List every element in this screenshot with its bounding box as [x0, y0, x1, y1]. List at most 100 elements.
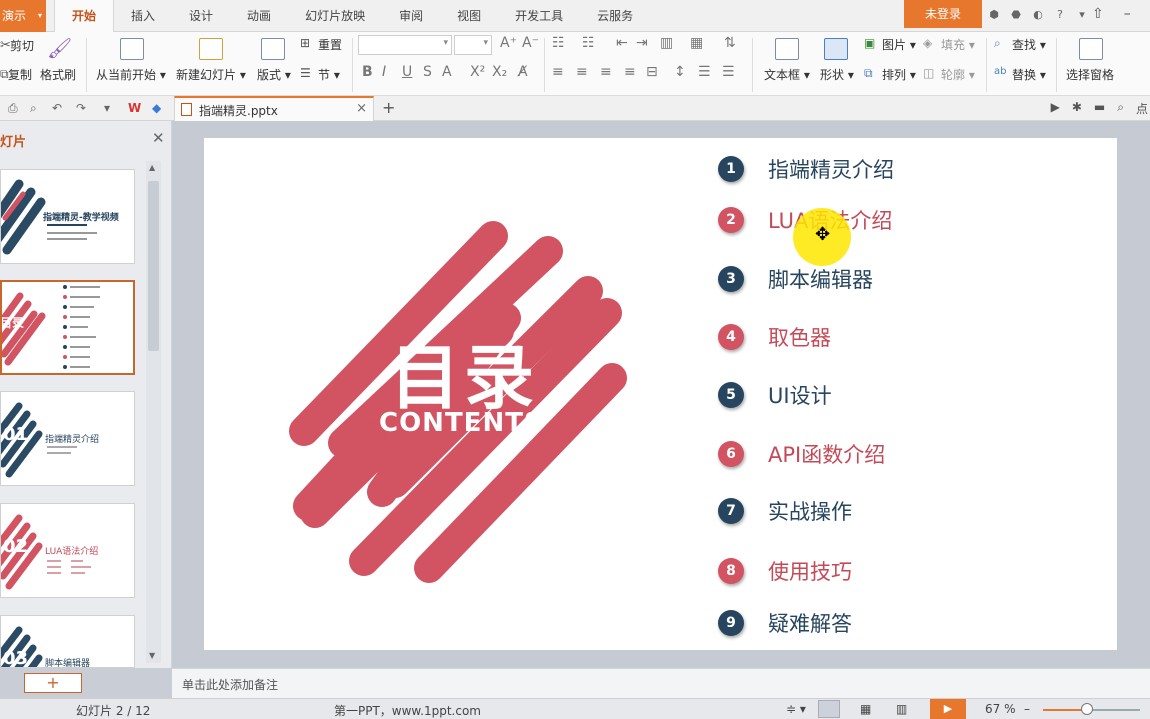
fill-icon[interactable]: ◈ — [923, 36, 932, 50]
columns-icon[interactable]: ▥ — [660, 35, 673, 51]
spell-check-icon[interactable]: ≑ ▾ — [786, 702, 806, 716]
slide-sorter-icon[interactable]: ▦ — [860, 702, 871, 716]
arrange-button[interactable]: 排列 ▾ — [882, 66, 916, 83]
align-left-icon[interactable]: ≡ — [552, 64, 564, 80]
strikethrough-icon[interactable]: S — [423, 64, 432, 80]
text-direction-icon[interactable]: ⇅ — [724, 35, 736, 51]
zoom-slider-knob[interactable] — [1080, 703, 1093, 715]
add-slide-button[interactable]: + — [24, 673, 82, 693]
section-button[interactable]: 节 ▾ — [318, 66, 340, 83]
tab-developer[interactable]: 开发工具 — [498, 0, 580, 32]
tab-view[interactable]: 视图 — [440, 0, 498, 32]
italic-icon[interactable]: I — [382, 64, 386, 80]
tab-insert[interactable]: 插入 — [114, 0, 172, 32]
scroll-down-icon[interactable]: ▼ — [149, 651, 155, 660]
search-icon[interactable]: ⌕ — [1117, 100, 1124, 117]
superscript-icon[interactable]: X² — [470, 64, 485, 80]
new-tab-icon[interactable]: + — [382, 98, 395, 117]
new-slide-icon[interactable] — [199, 38, 223, 60]
skin-icon[interactable]: ⬢ — [986, 8, 1002, 21]
scrollbar-thumb[interactable] — [148, 181, 159, 351]
restore-icon[interactable]: ⇧ — [1092, 6, 1104, 22]
bullet-list-icon[interactable]: ☷ — [552, 35, 565, 51]
wps-logo-icon[interactable]: W — [128, 101, 141, 115]
copy-button[interactable]: 复制 — [8, 66, 32, 83]
from-current-button[interactable]: 从当前开始 ▾ — [96, 66, 166, 83]
increase-indent-icon[interactable]: ⇥ — [636, 35, 648, 51]
numbered-list-icon[interactable]: ☷ — [582, 35, 595, 51]
textbox-button[interactable]: 文本框 ▾ — [764, 66, 810, 83]
underline-icon[interactable]: U — [402, 64, 412, 80]
reset-button[interactable]: 重置 — [318, 36, 342, 53]
undo-icon[interactable]: ↶ — [52, 101, 62, 115]
normal-view-icon[interactable] — [818, 700, 840, 718]
zoom-out-icon[interactable]: – — [1024, 702, 1030, 716]
format-painter-button[interactable]: 格式刷 — [40, 66, 76, 83]
slide-thumbnail-5[interactable]: 03 脚本编辑器 — [0, 615, 135, 668]
thumbnail-scrollbar[interactable]: ▲ ▼ — [146, 161, 161, 663]
grow-font-icon[interactable]: A⁺ — [500, 35, 517, 51]
arrange-icon[interactable]: ⧉ — [864, 66, 873, 81]
shape-button[interactable]: 形状 ▾ — [820, 66, 854, 83]
layout-button[interactable]: 版式 ▾ — [257, 66, 291, 83]
close-icon[interactable]: ✕ — [152, 129, 165, 147]
align-center-icon[interactable]: ≡ — [576, 64, 588, 80]
tab-design[interactable]: 设计 — [172, 0, 230, 32]
print-preview-icon[interactable]: ⌕ — [30, 101, 37, 116]
document-tab[interactable]: 指端精灵.pptx × — [174, 96, 374, 121]
picture-icon[interactable]: ▣ — [864, 36, 875, 50]
tab-review[interactable]: 审阅 — [382, 0, 440, 32]
print-icon[interactable]: ⎙ — [8, 101, 18, 116]
animation-mini-icon[interactable]: ✱ — [1072, 100, 1082, 117]
customize-icon[interactable]: ▾ — [104, 101, 110, 115]
redo-icon[interactable]: ↷ — [76, 101, 86, 115]
slide-thumbnail-1[interactable]: 指端精灵-教学视频 — [0, 169, 135, 264]
share-icon[interactable]: ◐ — [1030, 8, 1046, 21]
find-button[interactable]: 查找 ▾ — [1012, 36, 1046, 53]
find-icon[interactable]: ⌕ — [994, 36, 1001, 51]
selection-pane-button[interactable]: 选择窗格 — [1066, 66, 1114, 83]
layout-icon[interactable] — [261, 38, 285, 60]
section-icon[interactable]: ☰ — [300, 66, 311, 80]
notes-pane[interactable]: 单击此处添加备注 — [172, 668, 1150, 698]
text-box-icon[interactable]: ▦ — [690, 35, 703, 51]
app-menu-button[interactable]: 演示 ▾ — [0, 0, 46, 32]
font-family-select[interactable] — [358, 35, 452, 55]
slide-thumbnail-2[interactable]: 目录 — [0, 280, 135, 375]
distribute-icon[interactable]: ⊟ — [646, 64, 658, 80]
textbox-icon[interactable] — [775, 38, 799, 60]
fill-button[interactable]: 填充 ▾ — [941, 36, 975, 53]
tab-home[interactable]: 开始 — [54, 0, 115, 33]
shape-icon[interactable] — [824, 38, 848, 60]
comment-mini-icon[interactable]: ▬ — [1094, 100, 1105, 117]
align-right-icon[interactable]: ≡ — [600, 64, 612, 80]
tab-animation[interactable]: 动画 — [230, 0, 288, 32]
minimize-icon[interactable]: – — [1124, 6, 1131, 22]
quick-right-label[interactable]: 点 — [1136, 100, 1148, 117]
outline-icon[interactable]: ◫ — [923, 66, 934, 80]
login-button[interactable]: 未登录 — [904, 0, 982, 28]
new-slide-button[interactable]: 新建幻灯片 ▾ — [176, 66, 246, 83]
picture-button[interactable]: 图片 ▾ — [882, 36, 916, 53]
cube-icon[interactable]: ◆ — [152, 101, 161, 115]
slide-thumbnail-3[interactable]: 01 指端精灵介绍 — [0, 391, 135, 486]
help-icon[interactable]: ? — [1052, 8, 1068, 21]
replace-button[interactable]: 替换 ▾ — [1012, 66, 1046, 83]
cut-button[interactable]: 剪切 — [10, 37, 34, 54]
bold-icon[interactable]: B — [362, 64, 373, 80]
more-icon[interactable]: ▾ — [1074, 8, 1090, 21]
brush-icon[interactable]: 🖌 — [47, 36, 72, 60]
selection-pane-icon[interactable] — [1079, 38, 1103, 60]
scroll-up-icon[interactable]: ▲ — [149, 163, 155, 172]
font-size-select[interactable] — [454, 35, 492, 55]
close-tab-icon[interactable]: × — [356, 101, 367, 116]
reading-view-icon[interactable]: ▥ — [896, 702, 907, 716]
current-slide[interactable]: 目录 CONTENTS 1 指端精灵介绍 2 LUA语法介绍 3 脚本编辑器 4… — [204, 138, 1117, 650]
shrink-font-icon[interactable]: A⁻ — [522, 35, 539, 51]
settings-icon[interactable]: ⬣ — [1008, 8, 1024, 21]
replace-icon[interactable]: ab — [994, 66, 1006, 77]
play-slideshow-button[interactable]: ▶ — [930, 699, 966, 719]
play-from-current-icon[interactable] — [120, 38, 144, 60]
decrease-indent-icon[interactable]: ⇤ — [616, 35, 628, 51]
slideshow-mini-icon[interactable]: ▶ — [1051, 100, 1060, 117]
